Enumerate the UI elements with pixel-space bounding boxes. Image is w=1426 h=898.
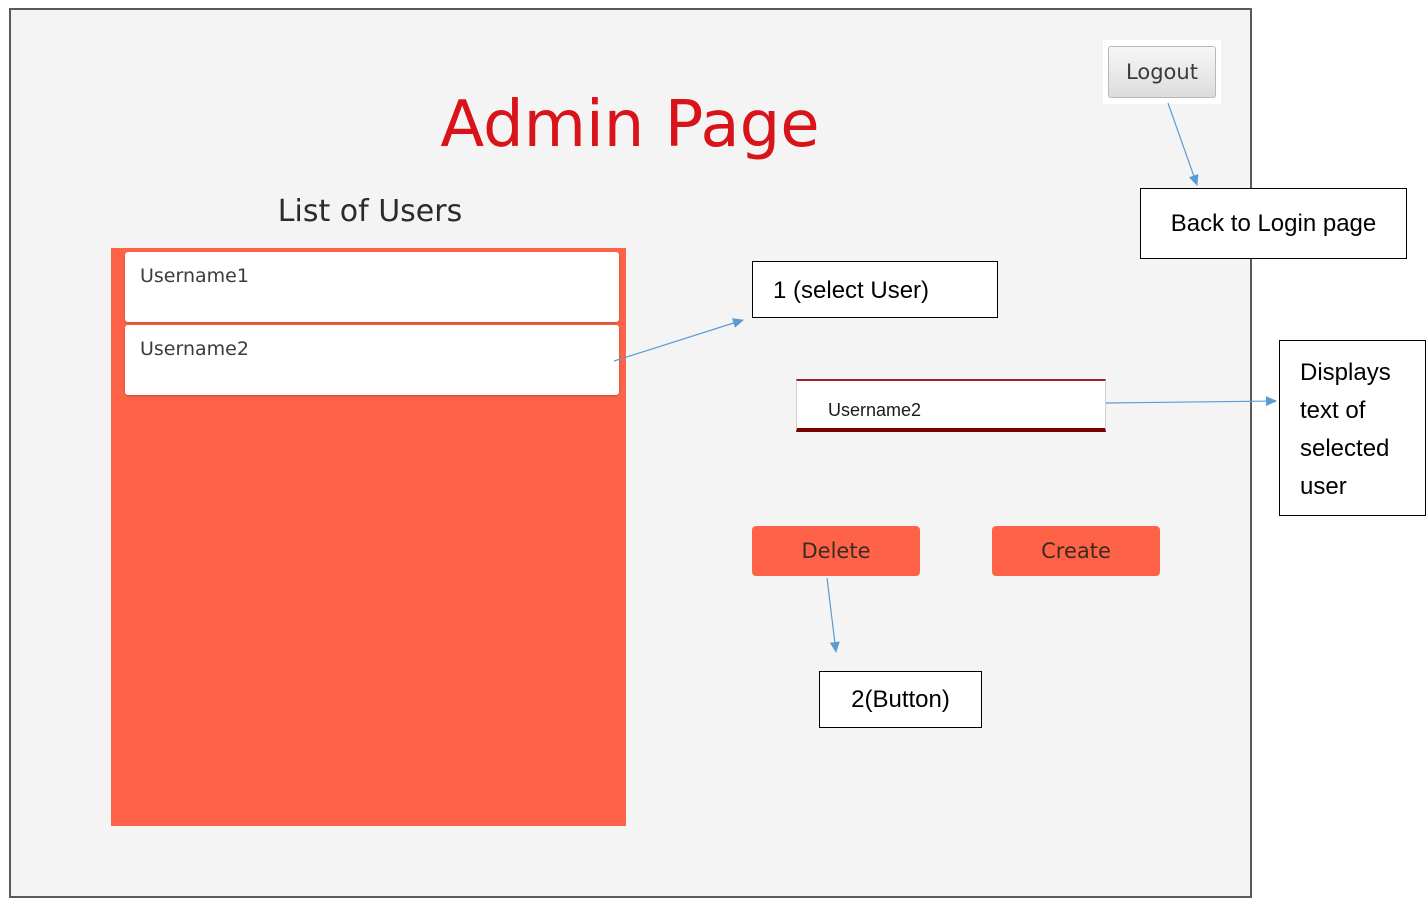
delete-button[interactable]: Delete (752, 526, 920, 576)
page-title: Admin Page (440, 88, 820, 162)
user-list-heading: List of Users (277, 194, 463, 229)
callout-button: 2(Button) (819, 671, 982, 728)
user-list[interactable]: Username1 Username2 (111, 248, 626, 826)
user-list-item-username2[interactable]: Username2 (125, 325, 619, 395)
selected-user-field[interactable]: Username2 (796, 379, 1106, 432)
callout-displays-selected: Displays text of selected user (1279, 340, 1426, 516)
callout-back-to-login: Back to Login page (1140, 188, 1407, 259)
user-list-item-username1[interactable]: Username1 (125, 252, 619, 322)
callout-select-user: 1 (select User) (752, 261, 998, 318)
logout-container: Logout (1103, 40, 1221, 104)
logout-button[interactable]: Logout (1108, 46, 1216, 98)
create-button[interactable]: Create (992, 526, 1160, 576)
